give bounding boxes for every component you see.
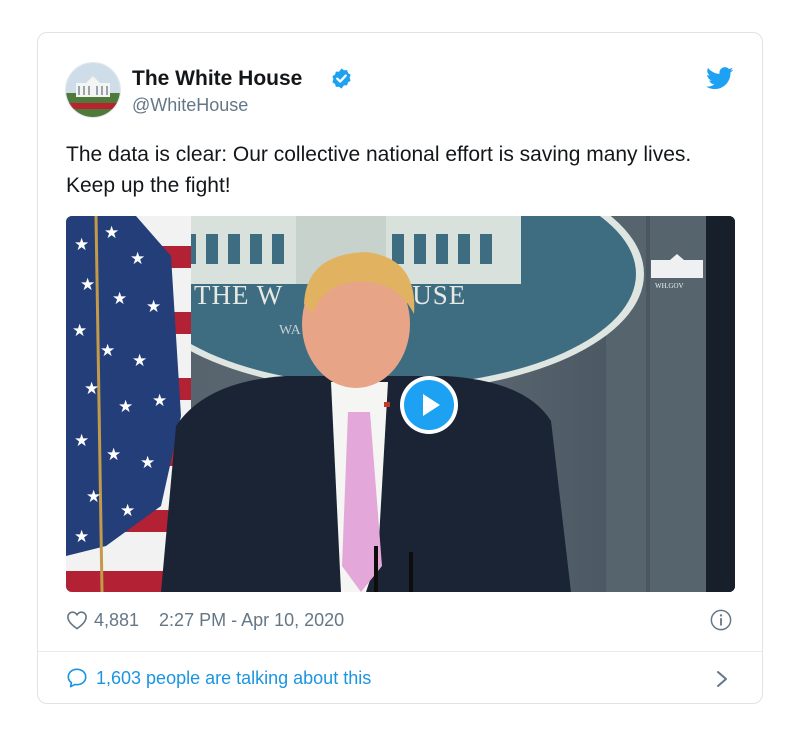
svg-text:★: ★ bbox=[100, 341, 115, 361]
svg-text:★: ★ bbox=[106, 445, 121, 465]
svg-text:★: ★ bbox=[146, 297, 161, 317]
tweet-card[interactable]: The White House @WhiteHouse The data is … bbox=[37, 32, 763, 704]
info-icon[interactable] bbox=[710, 609, 732, 631]
heart-icon[interactable] bbox=[66, 610, 88, 630]
chevron-right-icon[interactable] bbox=[715, 669, 729, 689]
tweet-text: The data is clear: Our collective nation… bbox=[66, 143, 692, 197]
avatar[interactable] bbox=[65, 62, 121, 118]
svg-text:★: ★ bbox=[74, 235, 89, 255]
play-icon bbox=[423, 394, 440, 416]
play-button[interactable] bbox=[400, 376, 458, 434]
svg-text:★: ★ bbox=[86, 487, 101, 507]
svg-text:★: ★ bbox=[80, 275, 95, 295]
svg-text:★: ★ bbox=[130, 249, 145, 269]
conversation-text[interactable]: 1,603 people are talking about this bbox=[96, 668, 371, 689]
timestamp[interactable]: 2:27 PM - Apr 10, 2020 bbox=[159, 610, 344, 631]
author-name[interactable]: The White House bbox=[132, 67, 302, 91]
svg-text:★: ★ bbox=[118, 397, 133, 417]
svg-text:★: ★ bbox=[72, 321, 87, 341]
tweet-meta: 4,881 2:27 PM - Apr 10, 2020 bbox=[66, 607, 344, 633]
svg-text:★: ★ bbox=[74, 527, 89, 547]
speech-bubble-icon bbox=[67, 668, 87, 688]
conversation-link[interactable]: 1,603 people are talking about this bbox=[66, 665, 371, 691]
play-button-circle bbox=[404, 380, 454, 430]
video-player[interactable]: ★ ★ ★ ★ ★ ★ ★ ★ ★ ★ ★ ★ ★ ★ ★ ★ ★ ★ THE W OUSE WA bbox=[66, 216, 735, 592]
verified-badge-icon bbox=[332, 68, 351, 89]
svg-text:★: ★ bbox=[140, 453, 155, 473]
svg-text:★: ★ bbox=[84, 379, 99, 399]
svg-text:★: ★ bbox=[152, 391, 167, 411]
svg-text:★: ★ bbox=[120, 501, 135, 521]
watermark-text: WH.GOV bbox=[655, 282, 684, 290]
svg-text:★: ★ bbox=[112, 289, 127, 309]
seal-subtext: WA bbox=[279, 323, 302, 338]
svg-text:★: ★ bbox=[104, 223, 119, 243]
divider bbox=[38, 651, 762, 652]
svg-text:★: ★ bbox=[132, 351, 147, 371]
like-count[interactable]: 4,881 bbox=[94, 610, 139, 631]
white-house-avatar-image bbox=[66, 63, 120, 117]
twitter-bird-icon[interactable] bbox=[706, 67, 734, 90]
svg-text:★: ★ bbox=[74, 431, 89, 451]
author-handle[interactable]: @WhiteHouse bbox=[132, 95, 248, 116]
